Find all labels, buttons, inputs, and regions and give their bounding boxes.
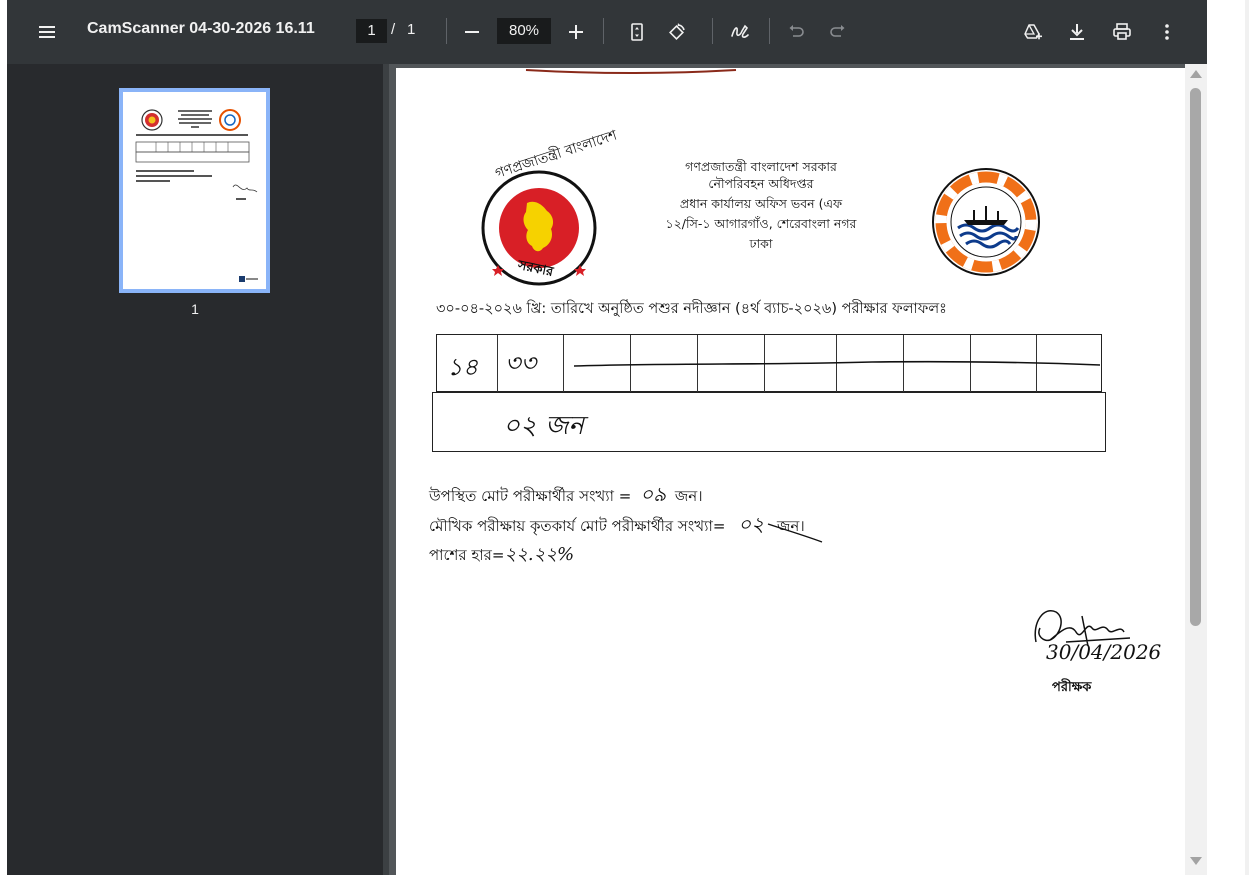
present-value: ০৯ <box>640 482 667 506</box>
scroll-up-arrow-icon[interactable] <box>1190 70 1202 78</box>
vertical-scrollbar[interactable] <box>1185 64 1207 875</box>
cropped-seal-fragment <box>525 69 737 74</box>
printer-icon <box>1113 23 1131 40</box>
roll-number-table-row: ১৪ ৩৩ <box>436 334 1102 392</box>
page-separator: / <box>391 21 396 38</box>
handwritten-roll-2: ৩৩ <box>505 349 537 377</box>
present-label-text: উপস্থিত মোট পরীক্ষার্থীর সংখ্যা = <box>429 487 632 505</box>
handwritten-underline <box>767 523 823 543</box>
document-viewport[interactable]: গণপ্রজাতন্ত্রী বাংলাদেশ সরকার গণপ্রজাতন্… <box>389 64 1207 875</box>
zoom-input[interactable]: 80% <box>497 18 551 44</box>
pass-rate-value: ২২.২২% <box>504 544 575 565</box>
plus-icon <box>569 25 583 39</box>
window-edge <box>1207 0 1251 875</box>
document-title: CamScanner 04-30-2026 16.11 <box>87 20 315 37</box>
scroll-down-arrow-icon[interactable] <box>1190 857 1202 865</box>
total-pages: 1 <box>407 21 416 38</box>
save-to-drive-button[interactable] <box>1016 16 1048 48</box>
header-line-5: ঢাকা <box>749 236 773 251</box>
rotate-icon <box>669 23 685 40</box>
minus-icon <box>465 31 479 33</box>
download-button[interactable] <box>1061 16 1093 48</box>
header-line-2: নৌপরিবহন অধিদপ্তর <box>708 176 814 191</box>
toolbar-divider <box>446 18 447 44</box>
rotate-button[interactable] <box>661 16 693 48</box>
handwritten-roll-1: ১৪ <box>447 353 479 381</box>
table-divider <box>563 335 564 392</box>
passed-value: ০২ <box>738 512 765 536</box>
download-icon <box>1070 24 1084 40</box>
pass-rate-label-text: পাশের হার= <box>429 546 505 564</box>
toolbar-divider <box>712 18 713 44</box>
toolbar-divider <box>769 18 770 44</box>
passed-count-label: মৌখিক পরীক্ষায় কৃতকার্য মোট পরীক্ষার্থী… <box>429 510 805 543</box>
result-subject-line: ৩০-০৪-২০২৬ খ্রি: তারিখে অনুষ্ঠিত পশুর নদ… <box>436 301 947 317</box>
page-thumbnail[interactable] <box>119 88 270 293</box>
print-button[interactable] <box>1106 16 1138 48</box>
toolbar-divider <box>603 18 604 44</box>
examiner-label: পরীক্ষক <box>1052 680 1092 695</box>
present-count-label: উপস্থিত মোট পরীক্ষার্থীর সংখ্যা = ০৯ জন। <box>429 480 703 513</box>
handwritten-passed-count: ০২ জন <box>503 411 584 441</box>
thumbnail-sidebar: 1 <box>7 64 383 875</box>
present-unit: জন। <box>674 487 703 505</box>
pdf-viewer: CamScanner 04-30-2026 16.11 1 / 1 80% 1 … <box>7 0 1207 875</box>
redo-button[interactable] <box>821 16 853 48</box>
handwritten-strike-line <box>573 360 1101 367</box>
outer-scrollbar-track <box>1245 0 1249 875</box>
zoom-out-button[interactable] <box>456 16 488 48</box>
passed-label-text: মৌখিক পরীক্ষায় কৃতকার্য মোট পরীক্ষার্থী… <box>429 517 726 535</box>
fit-page-button[interactable] <box>621 16 653 48</box>
undo-icon <box>789 25 804 37</box>
header-line-3: প্রধান কার্যালয় অফিস ভবন (এফ <box>679 196 843 211</box>
zoom-in-button[interactable] <box>560 16 592 48</box>
undo-button[interactable] <box>781 16 813 48</box>
table-divider <box>497 335 498 392</box>
page-number-input[interactable]: 1 <box>356 19 387 43</box>
fit-to-page-icon <box>631 23 643 41</box>
document-page: গণপ্রজাতন্ত্রী বাংলাদেশ সরকার গণপ্রজাতন্… <box>396 68 1188 875</box>
pen-draw-icon <box>731 24 749 38</box>
scrollbar-thumb[interactable] <box>1190 88 1201 626</box>
menu-icon[interactable] <box>31 16 63 48</box>
draw-button[interactable] <box>724 16 756 48</box>
shipping-department-seal-icon <box>932 168 1040 276</box>
thumbnail-preview <box>135 109 258 282</box>
toolbar: CamScanner 04-30-2026 16.11 1 / 1 80% <box>7 0 1207 64</box>
drive-add-icon <box>1024 24 1042 40</box>
more-options-button[interactable] <box>1151 16 1183 48</box>
thumbnail-page-number: 1 <box>191 301 199 317</box>
redo-icon <box>830 25 845 37</box>
header-line-4: ১২/সি-১ আগারগাঁও, শেরেবাংলা নগর <box>665 216 857 231</box>
pass-rate-label: পাশের হার=২২.২২% <box>429 540 574 571</box>
passed-count-row: ০২ জন <box>432 392 1106 452</box>
signature-date: 30/04/2026 <box>1046 640 1162 664</box>
more-vertical-icon <box>1165 24 1169 40</box>
